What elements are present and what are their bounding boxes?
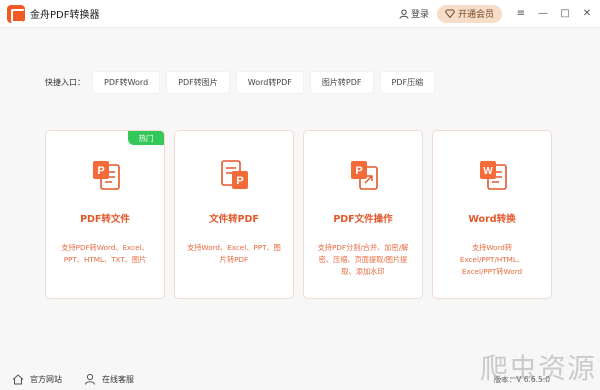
- official-website-label: 官方网站: [30, 374, 62, 384]
- login-label: 登录: [410, 10, 429, 20]
- hot-badge: 热门: [128, 131, 164, 145]
- official-website-link[interactable]: 官方网站: [12, 373, 62, 385]
- card-file-to-pdf[interactable]: P 文件转PDF 支持Word、Excel、PPT、图片转PDF: [174, 130, 294, 299]
- title-bar: 金舟PDF转换器 登录 开通会员 ≡ — □ ✕: [0, 0, 600, 28]
- pdf-to-file-icon: P: [93, 161, 120, 190]
- app-logo: [7, 4, 25, 23]
- user-icon: [399, 9, 409, 19]
- vip-label: 开通会员: [457, 10, 494, 20]
- card-title: PDF文件操作: [333, 214, 393, 225]
- pdf-operations-icon: P: [351, 161, 378, 190]
- card-word-convert[interactable]: W Word转换 支持Word转Excel/PPT/HTML、Excel/PPT…: [432, 130, 552, 299]
- diamond-icon: [444, 9, 455, 18]
- svg-text:P: P: [236, 175, 243, 187]
- card-description: 支持Word、Excel、PPT、图片转PDF: [187, 243, 281, 264]
- svg-text:P: P: [97, 165, 104, 177]
- app-title: 金舟PDF转换器: [30, 10, 100, 21]
- card-description: 支持PDF转Word、Excel、PPT、HTML、TXT、图片: [61, 243, 149, 264]
- card-pdf-operations[interactable]: P PDF文件操作 支持PDF分割/合并、加密/解密、压缩、页面提取/图片提取、…: [303, 130, 423, 299]
- quick-entry-bar: 快捷入口： PDF转Word PDF转图片 Word转PDF 图片转PDF PD…: [45, 72, 442, 93]
- vip-button[interactable]: 开通会员: [436, 4, 502, 23]
- quick-image-to-pdf-button[interactable]: 图片转PDF: [310, 72, 373, 93]
- maximize-icon[interactable]: □: [556, 5, 574, 23]
- card-title: Word转换: [468, 214, 516, 225]
- svg-text:W: W: [483, 166, 493, 177]
- card-title: PDF转文件: [80, 214, 130, 225]
- quick-pdf-to-word-button[interactable]: PDF转Word: [93, 72, 160, 93]
- customer-service-icon: [85, 373, 95, 385]
- file-to-pdf-icon: P: [221, 160, 248, 189]
- word-convert-icon: W: [480, 161, 507, 190]
- card-description: 支持PDF分割/合并、加密/解密、压缩、页面提取/图片提取、添加水印: [317, 243, 409, 276]
- card-title: 文件转PDF: [209, 214, 259, 225]
- menu-icon[interactable]: ≡: [512, 5, 530, 23]
- title-bar-actions: 登录 开通会员 ≡ — □ ✕: [399, 0, 600, 28]
- card-description: 支持Word转Excel/PPT/HTML、Excel/PPT转Word: [459, 243, 525, 276]
- close-icon[interactable]: ✕: [578, 5, 596, 23]
- watermark: 爬虫资源: [479, 352, 596, 385]
- login-button[interactable]: 登录: [399, 7, 429, 20]
- quick-entry-label: 快捷入口：: [45, 78, 85, 87]
- card-pdf-to-file[interactable]: 热门 P PDF转文件 支持PDF转Word、Excel、PPT、HTML、TX…: [45, 130, 165, 299]
- quick-pdf-to-image-button[interactable]: PDF转图片: [167, 72, 229, 93]
- home-icon: [12, 373, 24, 384]
- online-service-link[interactable]: 在线客服: [84, 373, 134, 385]
- online-service-label: 在线客服: [102, 374, 134, 384]
- svg-text:P: P: [355, 165, 362, 177]
- quick-word-to-pdf-button[interactable]: Word转PDF: [236, 72, 303, 93]
- quick-pdf-compress-button[interactable]: PDF压缩: [380, 72, 435, 93]
- minimize-icon[interactable]: —: [534, 5, 552, 23]
